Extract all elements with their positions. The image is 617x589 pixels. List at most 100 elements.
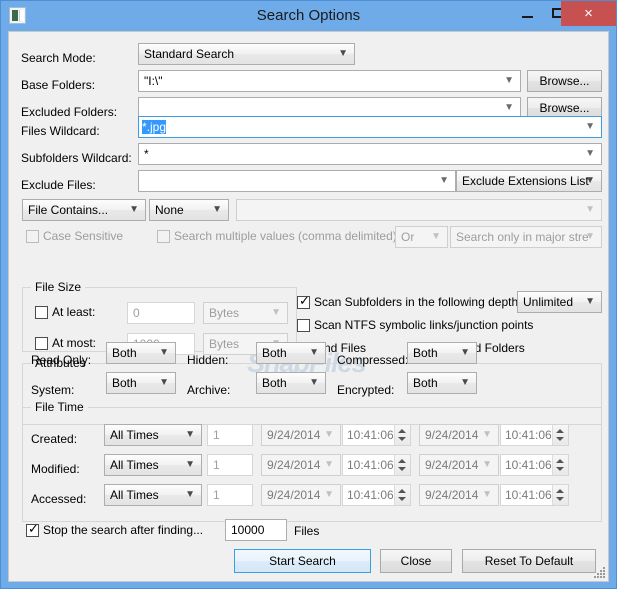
- checkbox-box: [157, 230, 170, 243]
- stop-after-finding-input[interactable]: 10000: [225, 519, 287, 541]
- close-button[interactable]: ×: [561, 1, 616, 26]
- spinner-icon[interactable]: [552, 455, 568, 475]
- file-contains-mode-value: None: [155, 203, 184, 217]
- spinner-icon[interactable]: [552, 485, 568, 505]
- file-size-at-least-unit-combo[interactable]: Bytes ▼: [203, 302, 288, 324]
- file-time-created-date-to[interactable]: 9/24/2014 ▼: [419, 424, 499, 446]
- subfolders-wildcard-label: Subfolders Wildcard:: [21, 151, 132, 165]
- chevron-down-icon: ▼: [212, 204, 222, 215]
- spinner-icon[interactable]: [394, 425, 410, 445]
- attr-compressed-value: Both: [413, 346, 438, 360]
- minimize-button[interactable]: [513, 2, 543, 24]
- checkbox-box: [35, 337, 48, 350]
- subfolders-wildcard-value: *: [144, 147, 149, 161]
- file-time-accessed-time-from[interactable]: 10:41:06 P: [342, 484, 411, 506]
- attr-system-label: System:: [31, 383, 75, 397]
- chevron-down-icon: ▼: [460, 347, 470, 358]
- attr-encrypted-label: Encrypted:: [337, 383, 395, 397]
- attr-compressed-combo[interactable]: Both ▼: [407, 342, 477, 364]
- file-time-created-time-from[interactable]: 10:41:06 P: [342, 424, 411, 446]
- base-folders-value: "I:\": [144, 74, 163, 88]
- files-wildcard-combo[interactable]: *.jpg ▼: [138, 116, 602, 138]
- file-size-caption: File Size: [31, 280, 86, 294]
- stream-scope-value: Search only in major stre: [456, 230, 589, 244]
- minimize-icon: [522, 16, 533, 18]
- checkbox-box: [297, 319, 310, 332]
- attr-system-value: Both: [112, 376, 137, 390]
- checkbox-box: [35, 306, 48, 319]
- exclude-files-combo[interactable]: ▼: [138, 170, 456, 192]
- file-time-created-time-to[interactable]: 10:41:06 P: [500, 424, 569, 446]
- file-size-at-least-label: At least:: [52, 305, 96, 319]
- file-contains-mode-combo[interactable]: None ▼: [149, 199, 229, 221]
- file-time-created-label: Created:: [31, 432, 78, 446]
- file-time-modified-date-from[interactable]: 9/24/2014 ▼: [261, 454, 341, 476]
- resize-grip[interactable]: [592, 565, 606, 579]
- scan-subfolders-label: Scan Subfolders in the following depth:: [314, 295, 522, 309]
- file-time-accessed-time-to[interactable]: 10:41:06 P: [500, 484, 569, 506]
- boolean-operator-value: Or: [401, 230, 415, 244]
- file-time-accessed-date-to[interactable]: 9/24/2014 ▼: [419, 484, 499, 506]
- chevron-down-icon: ▼: [585, 148, 595, 159]
- file-time-accessed-count-input[interactable]: 1: [207, 484, 253, 506]
- spinner-icon[interactable]: [394, 485, 410, 505]
- chevron-down-icon: ▼: [585, 121, 595, 132]
- checkbox-box: ✓: [297, 294, 310, 309]
- attr-encrypted-combo[interactable]: Both ▼: [407, 372, 477, 394]
- close-icon: ×: [584, 5, 593, 22]
- search-mode-combo[interactable]: Standard Search ▼: [138, 43, 355, 65]
- file-time-modified-date-to[interactable]: 9/24/2014 ▼: [419, 454, 499, 476]
- base-folders-label: Base Folders:: [21, 78, 96, 92]
- file-time-created-date-from[interactable]: 9/24/2014 ▼: [261, 424, 341, 446]
- start-search-button[interactable]: Start Search: [234, 549, 371, 573]
- search-mode-value: Standard Search: [144, 47, 235, 61]
- chevron-down-icon: ▼: [482, 489, 492, 500]
- chevron-down-icon: ▼: [129, 204, 139, 215]
- file-time-created-date-from-value: 9/24/2014: [267, 428, 321, 442]
- file-time-modified-time-to[interactable]: 10:41:06 P: [500, 454, 569, 476]
- file-contains-value: File Contains...: [28, 203, 109, 217]
- chevron-down-icon: ▼: [324, 429, 334, 440]
- attr-system-combo[interactable]: Both ▼: [106, 372, 176, 394]
- exclude-extensions-list-value: Exclude Extensions List: [462, 174, 589, 188]
- boolean-operator-combo[interactable]: Or ▼: [395, 226, 448, 248]
- files-wildcard-value: *.jpg: [142, 120, 167, 134]
- file-time-created-mode-value: All Times: [110, 428, 159, 442]
- base-folders-browse-button[interactable]: Browse...: [527, 70, 602, 92]
- file-time-modified-count-input[interactable]: 1: [207, 454, 253, 476]
- file-time-accessed-mode-combo[interactable]: All Times ▼: [104, 484, 202, 506]
- file-size-at-least-input[interactable]: 0: [127, 302, 195, 324]
- scan-depth-combo[interactable]: Unlimited ▼: [517, 291, 602, 313]
- title-bar[interactable]: Search Options ×: [1, 1, 616, 31]
- reset-to-default-button[interactable]: Reset To Default: [462, 549, 596, 573]
- attr-archive-value: Both: [262, 376, 287, 390]
- file-size-at-least-unit-value: Bytes: [209, 306, 240, 320]
- exclude-files-label: Exclude Files:: [21, 178, 96, 192]
- file-time-created-count-input[interactable]: 1: [207, 424, 253, 446]
- stream-scope-combo[interactable]: Search only in major stre ▼: [450, 226, 602, 248]
- case-sensitive-label: Case Sensitive: [43, 229, 124, 243]
- subfolders-wildcard-combo[interactable]: * ▼: [138, 143, 602, 165]
- file-time-modified-mode-combo[interactable]: All Times ▼: [104, 454, 202, 476]
- attr-hidden-combo[interactable]: Both ▼: [256, 342, 326, 364]
- file-time-created-mode-combo[interactable]: All Times ▼: [104, 424, 202, 446]
- chevron-down-icon: ▼: [504, 75, 514, 86]
- file-time-modified-time-from[interactable]: 10:41:06 P: [342, 454, 411, 476]
- file-contains-text-combo[interactable]: ▼: [236, 199, 602, 221]
- spinner-icon[interactable]: [394, 455, 410, 475]
- chevron-down-icon: ▼: [504, 102, 514, 113]
- spinner-icon[interactable]: [552, 425, 568, 445]
- check-icon: ✓: [28, 522, 39, 537]
- exclude-extensions-list-combo[interactable]: Exclude Extensions List ▼: [456, 170, 602, 192]
- file-time-accessed-date-from-value: 9/24/2014: [267, 488, 321, 502]
- attr-read-only-combo[interactable]: Both ▼: [106, 342, 176, 364]
- base-folders-combo[interactable]: "I:\" ▼: [138, 70, 521, 92]
- close-dialog-button[interactable]: Close: [380, 549, 452, 573]
- file-time-accessed-date-from[interactable]: 9/24/2014 ▼: [261, 484, 341, 506]
- file-contains-combo[interactable]: File Contains... ▼: [22, 199, 146, 221]
- attr-archive-combo[interactable]: Both ▼: [256, 372, 326, 394]
- scan-depth-value: Unlimited: [523, 295, 574, 309]
- chevron-down-icon: ▼: [585, 175, 595, 186]
- chevron-down-icon: ▼: [309, 377, 319, 388]
- excluded-folders-label: Excluded Folders:: [21, 105, 118, 119]
